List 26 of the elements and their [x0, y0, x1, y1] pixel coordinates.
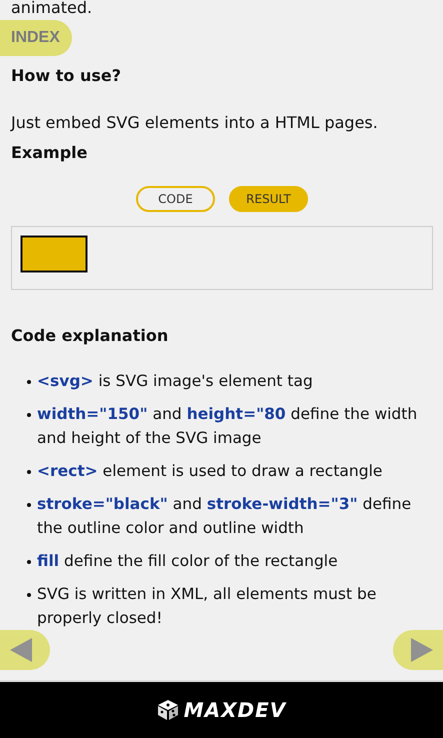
rectangle-drawing [20, 235, 88, 273]
bullet-icon [27, 560, 31, 564]
dice-icon [156, 699, 179, 721]
bullet-icon [27, 470, 31, 474]
section-heading: How to use? [11, 66, 122, 85]
section-heading: Code explanation [11, 326, 170, 345]
bullet-text: width="150" and height="80 define the width and height of the SVG image [37, 404, 418, 449]
next-button[interactable] [393, 630, 443, 670]
bullet-icon [27, 413, 31, 417]
paragraph-text: Just embed SVG elements into a HTML pages. [11, 113, 379, 133]
right-triangle-icon [411, 638, 433, 662]
bullet-icon [27, 503, 31, 507]
section-heading: Example [11, 143, 89, 162]
left-triangle-icon [10, 638, 32, 662]
bullet-icon [27, 380, 31, 384]
bullet-text: <rect> element is used to draw a rectangle [37, 461, 382, 482]
bullet-text: fill define the fill color of the rectangle [37, 551, 338, 572]
logo-text: MAXDEV [184, 698, 286, 722]
bullet-text: <svg> is SVG image's element tag [37, 371, 313, 392]
bullet-text: SVG is written in XML, all elements must be properly closed! [37, 584, 378, 629]
bullet-text: stroke="black" and stroke-width="3" define the outline color and outline width [37, 494, 412, 539]
previous-button[interactable] [0, 630, 50, 670]
bullet-icon [27, 593, 31, 597]
tab[interactable]: CODE [136, 186, 215, 212]
paragraph-text: animated. [11, 0, 94, 18]
tab[interactable]: RESULT [229, 186, 308, 212]
